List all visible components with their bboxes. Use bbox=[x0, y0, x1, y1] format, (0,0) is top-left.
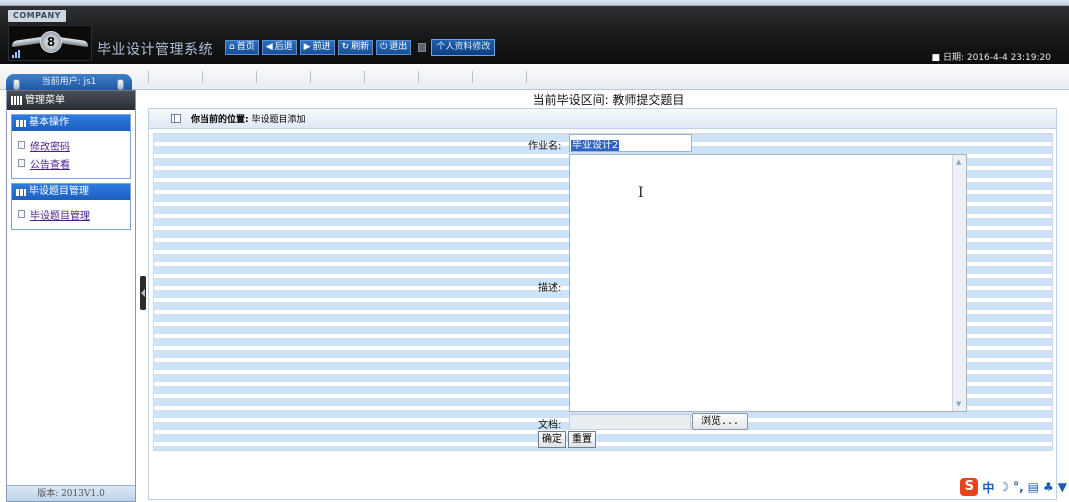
menu-title: 管理菜单 bbox=[25, 94, 65, 106]
sidebar-item-announcements[interactable]: 公告查看 bbox=[18, 154, 124, 172]
toolbar-separator bbox=[418, 43, 427, 52]
description-scrollbar[interactable]: ▲ ▼ bbox=[952, 155, 966, 411]
forward-icon: ▶ bbox=[303, 42, 311, 52]
home-label: 首页 bbox=[236, 42, 255, 52]
logo-badge: 8 bbox=[40, 31, 62, 53]
forward-button[interactable]: ▶ 前进 bbox=[299, 40, 335, 55]
panel-icon bbox=[171, 114, 181, 123]
breadcrumb: 你当前的位置: 毕设题目添加 bbox=[149, 109, 1056, 129]
sidebar-item-label: 毕设题目管理 bbox=[30, 210, 90, 222]
current-user: 当前用户: js1 bbox=[6, 74, 132, 90]
sidebar-item-label: 修改密码 bbox=[30, 141, 70, 153]
logo: 8 bbox=[8, 25, 92, 61]
refresh-label: 刷新 bbox=[351, 42, 370, 52]
description-label: 描述: bbox=[538, 283, 562, 294]
date-display: ■ 日期: 2016-4-4 23:19:20 bbox=[932, 50, 1051, 63]
power-icon: ⏻ bbox=[380, 42, 388, 52]
document-icon bbox=[18, 210, 25, 218]
logo-wing-left bbox=[12, 36, 42, 48]
browse-button[interactable]: 浏览... bbox=[692, 413, 748, 430]
profile-edit-button[interactable]: 个人资料修改 bbox=[431, 39, 496, 56]
back-icon: ◀ bbox=[265, 42, 273, 52]
section-title: 基本操作 bbox=[29, 117, 69, 128]
assignment-name-input[interactable]: 毕业设计2 bbox=[569, 134, 692, 152]
date-value: 2016-4-4 23:19:20 bbox=[966, 53, 1051, 63]
document-icon bbox=[18, 141, 25, 149]
logout-label: 退出 bbox=[389, 42, 408, 52]
sidebar-item-change-password[interactable]: 修改密码 bbox=[18, 136, 124, 154]
section-title: 毕设题目管理 bbox=[29, 186, 89, 197]
bullet-icon: ■ bbox=[931, 53, 941, 63]
submit-button[interactable]: 确定 bbox=[538, 431, 566, 448]
section-header-topics[interactable]: 毕设题目管理 bbox=[12, 184, 130, 200]
section-basic-operations: 基本操作 修改密码 公告查看 bbox=[11, 114, 131, 179]
refresh-icon: ↻ bbox=[341, 42, 350, 52]
company-tag: COMPANY bbox=[8, 10, 66, 22]
logo-bars-icon bbox=[12, 50, 20, 58]
logout-button[interactable]: ⏻ 退出 bbox=[376, 40, 412, 55]
topic-form: 作业名: 毕业设计2 描述: I ▲ ▼ 文档: 浏览... 确定 重置 bbox=[153, 133, 1053, 451]
ime-moon-icon[interactable]: ☽ bbox=[998, 480, 1009, 494]
ime-user-icon[interactable]: ♣ bbox=[1043, 480, 1054, 494]
home-icon: ⌂ bbox=[229, 42, 235, 52]
assignment-name-value: 毕业设计2 bbox=[571, 140, 620, 151]
form-actions: 确定 重置 bbox=[538, 431, 596, 448]
sogou-logo-icon[interactable]: S bbox=[960, 478, 979, 496]
section-topic-management: 毕设题目管理 毕设题目管理 bbox=[11, 183, 131, 230]
sidebar-item-label: 公告查看 bbox=[30, 159, 70, 171]
refresh-button[interactable]: ↻ 刷新 bbox=[337, 40, 374, 55]
home-button[interactable]: ⌂ 首页 bbox=[225, 40, 259, 55]
page-title: 当前毕设区间: 教师提交题目 bbox=[532, 93, 685, 107]
main-panel: 你当前的位置: 毕设题目添加 作业名: 毕业设计2 描述: I ▲ ▼ 文档: … bbox=[148, 108, 1057, 500]
ime-toolbar: S 中 ☽ °, ▤ ♣ ▼ bbox=[960, 478, 1067, 496]
app-header: COMPANY 8 毕业设计管理系统 ⌂ 首页 ◀ 后退 ▶ 前进 ↻ 刷新 ⏻… bbox=[0, 6, 1069, 64]
ime-language-toggle[interactable]: 中 bbox=[982, 479, 994, 496]
section-icon bbox=[16, 119, 26, 127]
file-label: 文档: bbox=[538, 420, 562, 431]
section-header-basic[interactable]: 基本操作 bbox=[12, 115, 130, 131]
ime-punctuation-icon[interactable]: °, bbox=[1013, 480, 1024, 494]
pin-icon bbox=[117, 79, 124, 90]
forward-label: 前进 bbox=[312, 42, 331, 52]
breadcrumb-label: 你当前的位置: bbox=[191, 115, 249, 125]
ime-shirt-icon[interactable]: ▼ bbox=[1058, 480, 1067, 494]
menu-grid-icon bbox=[11, 96, 22, 105]
version-label: 版本: 2013V1.0 bbox=[7, 485, 135, 501]
profile-edit-label: 个人资料修改 bbox=[436, 42, 491, 52]
name-label: 作业名: bbox=[528, 141, 562, 152]
scroll-up-icon[interactable]: ▲ bbox=[956, 158, 961, 166]
description-textarea[interactable]: I ▲ ▼ bbox=[569, 154, 967, 412]
back-button[interactable]: ◀ 后退 bbox=[261, 40, 297, 55]
nav-toolbar: ⌂ 首页 ◀ 后退 ▶ 前进 ↻ 刷新 ⏻ 退出 个人资料修改 bbox=[225, 39, 496, 56]
back-label: 后退 bbox=[274, 42, 293, 52]
text-cursor-icon: I bbox=[638, 185, 644, 201]
ime-keyboard-icon[interactable]: ▤ bbox=[1028, 480, 1039, 494]
app-title: 毕业设计管理系统 bbox=[97, 42, 213, 58]
sidebar: 管理菜单 基本操作 修改密码 公告查看 毕设题目管理 毕设题目管理 版本: 20… bbox=[6, 90, 136, 502]
breadcrumb-value: 毕设题目添加 bbox=[251, 115, 306, 125]
logo-wing-right bbox=[58, 36, 88, 48]
sidebar-item-topic-management[interactable]: 毕设题目管理 bbox=[18, 205, 124, 223]
pin-icon bbox=[13, 79, 20, 90]
reset-button[interactable]: 重置 bbox=[568, 431, 596, 448]
file-path-field[interactable] bbox=[569, 414, 691, 430]
sidebar-collapse-handle[interactable] bbox=[140, 276, 146, 310]
section-icon bbox=[16, 188, 26, 196]
document-icon bbox=[18, 159, 25, 167]
content-topbar: 当前用户: js1 bbox=[0, 64, 1069, 90]
menu-header: 管理菜单 bbox=[7, 90, 135, 110]
date-label: 日期: bbox=[942, 53, 964, 63]
scroll-down-icon[interactable]: ▼ bbox=[956, 400, 961, 408]
